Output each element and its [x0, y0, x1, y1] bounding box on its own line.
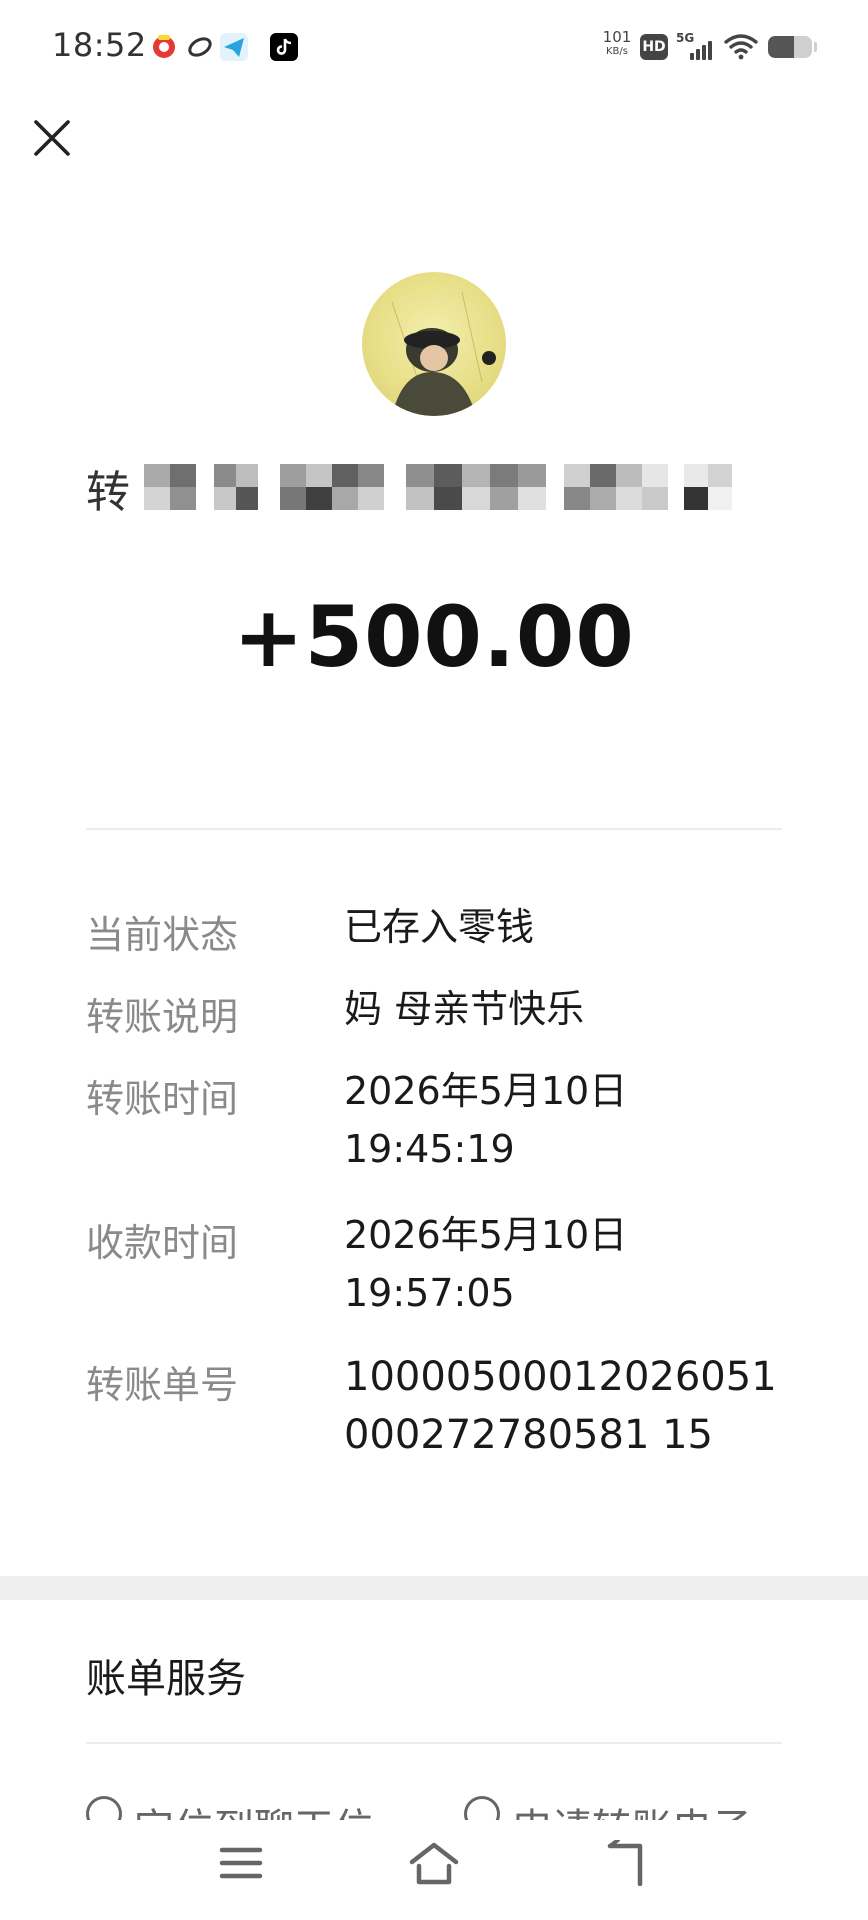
- home-button[interactable]: [408, 1840, 460, 1890]
- transaction-id-value: 10000500012026051000272780581 15: [344, 1354, 777, 1458]
- menu-button[interactable]: [218, 1840, 264, 1890]
- tiktok-icon: [270, 33, 298, 61]
- wifi-icon: [724, 32, 758, 64]
- note-label: 转账说明: [86, 995, 239, 1039]
- apply-e-receipt-link[interactable]: 申请转账电子: [464, 1796, 752, 1820]
- avatar[interactable]: [362, 272, 506, 416]
- transfer-date-value: 2026年5月10日: [344, 1069, 628, 1113]
- telegram-icon: [220, 33, 248, 61]
- section-separator: [0, 1576, 868, 1600]
- divider: [86, 1742, 782, 1744]
- receipt-icon: [464, 1796, 500, 1820]
- status-label: 当前状态: [86, 913, 239, 957]
- note-value: 妈 母亲节快乐: [344, 987, 585, 1031]
- hd-badge: HD: [640, 34, 668, 60]
- back-button[interactable]: [604, 1838, 650, 1890]
- close-icon: [34, 120, 70, 156]
- status-value: 已存入零钱: [344, 905, 535, 949]
- divider: [86, 828, 782, 830]
- payer-name-prefix: 转: [86, 467, 130, 518]
- home-icon: [409, 1842, 459, 1885]
- bill-service-title: 账单服务: [86, 1656, 246, 1702]
- system-nav-bar: [0, 1822, 868, 1920]
- receive-time-label: 收款时间: [86, 1221, 239, 1265]
- transaction-id-label: 转账单号: [86, 1363, 239, 1407]
- locate-chat-link[interactable]: 定位到聊天位: [86, 1796, 374, 1820]
- receive-date-value: 2026年5月10日: [344, 1213, 628, 1257]
- link-app-icon: [186, 33, 214, 61]
- signal-icon: [690, 38, 716, 60]
- back-icon: [607, 1838, 643, 1887]
- receive-time-value: 19:57:05: [344, 1271, 515, 1315]
- transfer-time-label: 转账时间: [86, 1077, 239, 1121]
- battery-tip: [814, 42, 817, 52]
- battery-icon: [768, 36, 812, 58]
- network-speed: 101 KB/s: [602, 28, 632, 57]
- transfer-time-value: 19:45:19: [344, 1127, 515, 1171]
- locate-chat-icon: [86, 1796, 122, 1820]
- close-button[interactable]: [28, 114, 76, 162]
- payer-name: 转: [86, 456, 786, 518]
- transfer-amount: +500.00: [233, 588, 635, 686]
- status-time: 18:52: [52, 26, 147, 64]
- camera-app-icon: [150, 33, 178, 61]
- menu-icon: [219, 1847, 263, 1879]
